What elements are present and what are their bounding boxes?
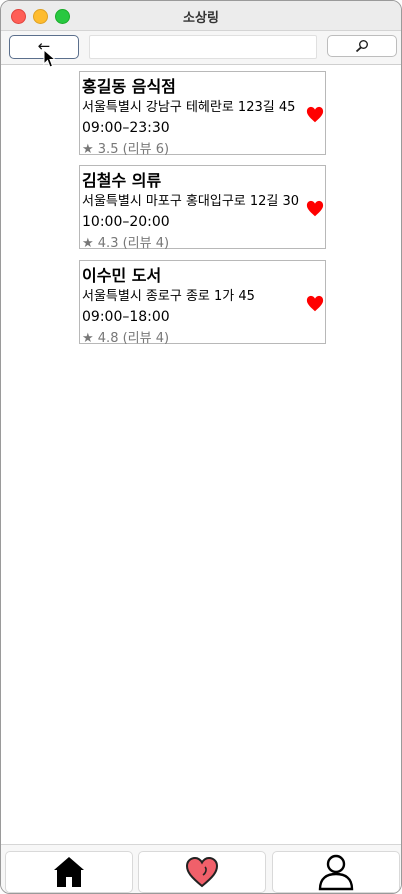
search-button[interactable]	[327, 35, 397, 57]
mouse-cursor-icon	[43, 49, 57, 68]
store-address: 서울특별시 종로구 종로 1가 45	[82, 289, 255, 304]
store-rating: ★ 3.5 (리뷰 6)	[82, 142, 170, 157]
heart-icon	[185, 856, 219, 888]
app-window: 소상링 ← 홍길동 음식점 서울특별시 강남구 테헤란로 123길 45 09:…	[0, 0, 402, 894]
store-name: 홍길동 음식점	[82, 77, 176, 96]
favorite-heart-icon[interactable]	[306, 295, 324, 313]
store-rating: ★ 4.8 (리뷰 4)	[82, 331, 170, 346]
store-name: 김철수 의류	[82, 171, 162, 190]
store-hours: 10:00–20:00	[82, 214, 170, 230]
store-name: 이수민 도서	[82, 266, 162, 285]
title-bar: 소상링	[1, 1, 401, 31]
home-icon	[54, 857, 84, 887]
window-title: 소상링	[183, 11, 219, 26]
store-card[interactable]: 이수민 도서 서울특별시 종로구 종로 1가 45 09:00–18:00 ★ …	[79, 260, 326, 346]
favorite-heart-icon[interactable]	[306, 106, 324, 124]
favorite-heart-icon[interactable]	[306, 200, 324, 218]
store-rating: ★ 4.3 (리뷰 4)	[82, 236, 170, 251]
store-card[interactable]: 홍길동 음식점 서울특별시 강남구 테헤란로 123길 45 09:00–23:…	[79, 71, 326, 157]
tab-home[interactable]	[5, 851, 133, 893]
toolbar: ←	[1, 31, 401, 65]
store-address: 서울특별시 마포구 홍대입구로 12길 30	[82, 194, 300, 209]
store-card[interactable]: 김철수 의류 서울특별시 마포구 홍대입구로 12길 30 10:00–20:0…	[79, 165, 326, 251]
bottom-tab-bar	[1, 844, 401, 893]
tab-favorites[interactable]	[138, 851, 266, 893]
tab-profile[interactable]	[272, 851, 400, 893]
store-hours: 09:00–23:30	[82, 120, 170, 136]
store-hours: 09:00–18:00	[82, 309, 170, 325]
address-field[interactable]	[89, 35, 317, 59]
magnifier-icon	[355, 40, 368, 53]
store-address: 서울특별시 강남구 테헤란로 123길 45	[82, 100, 296, 115]
user-icon	[318, 854, 354, 891]
